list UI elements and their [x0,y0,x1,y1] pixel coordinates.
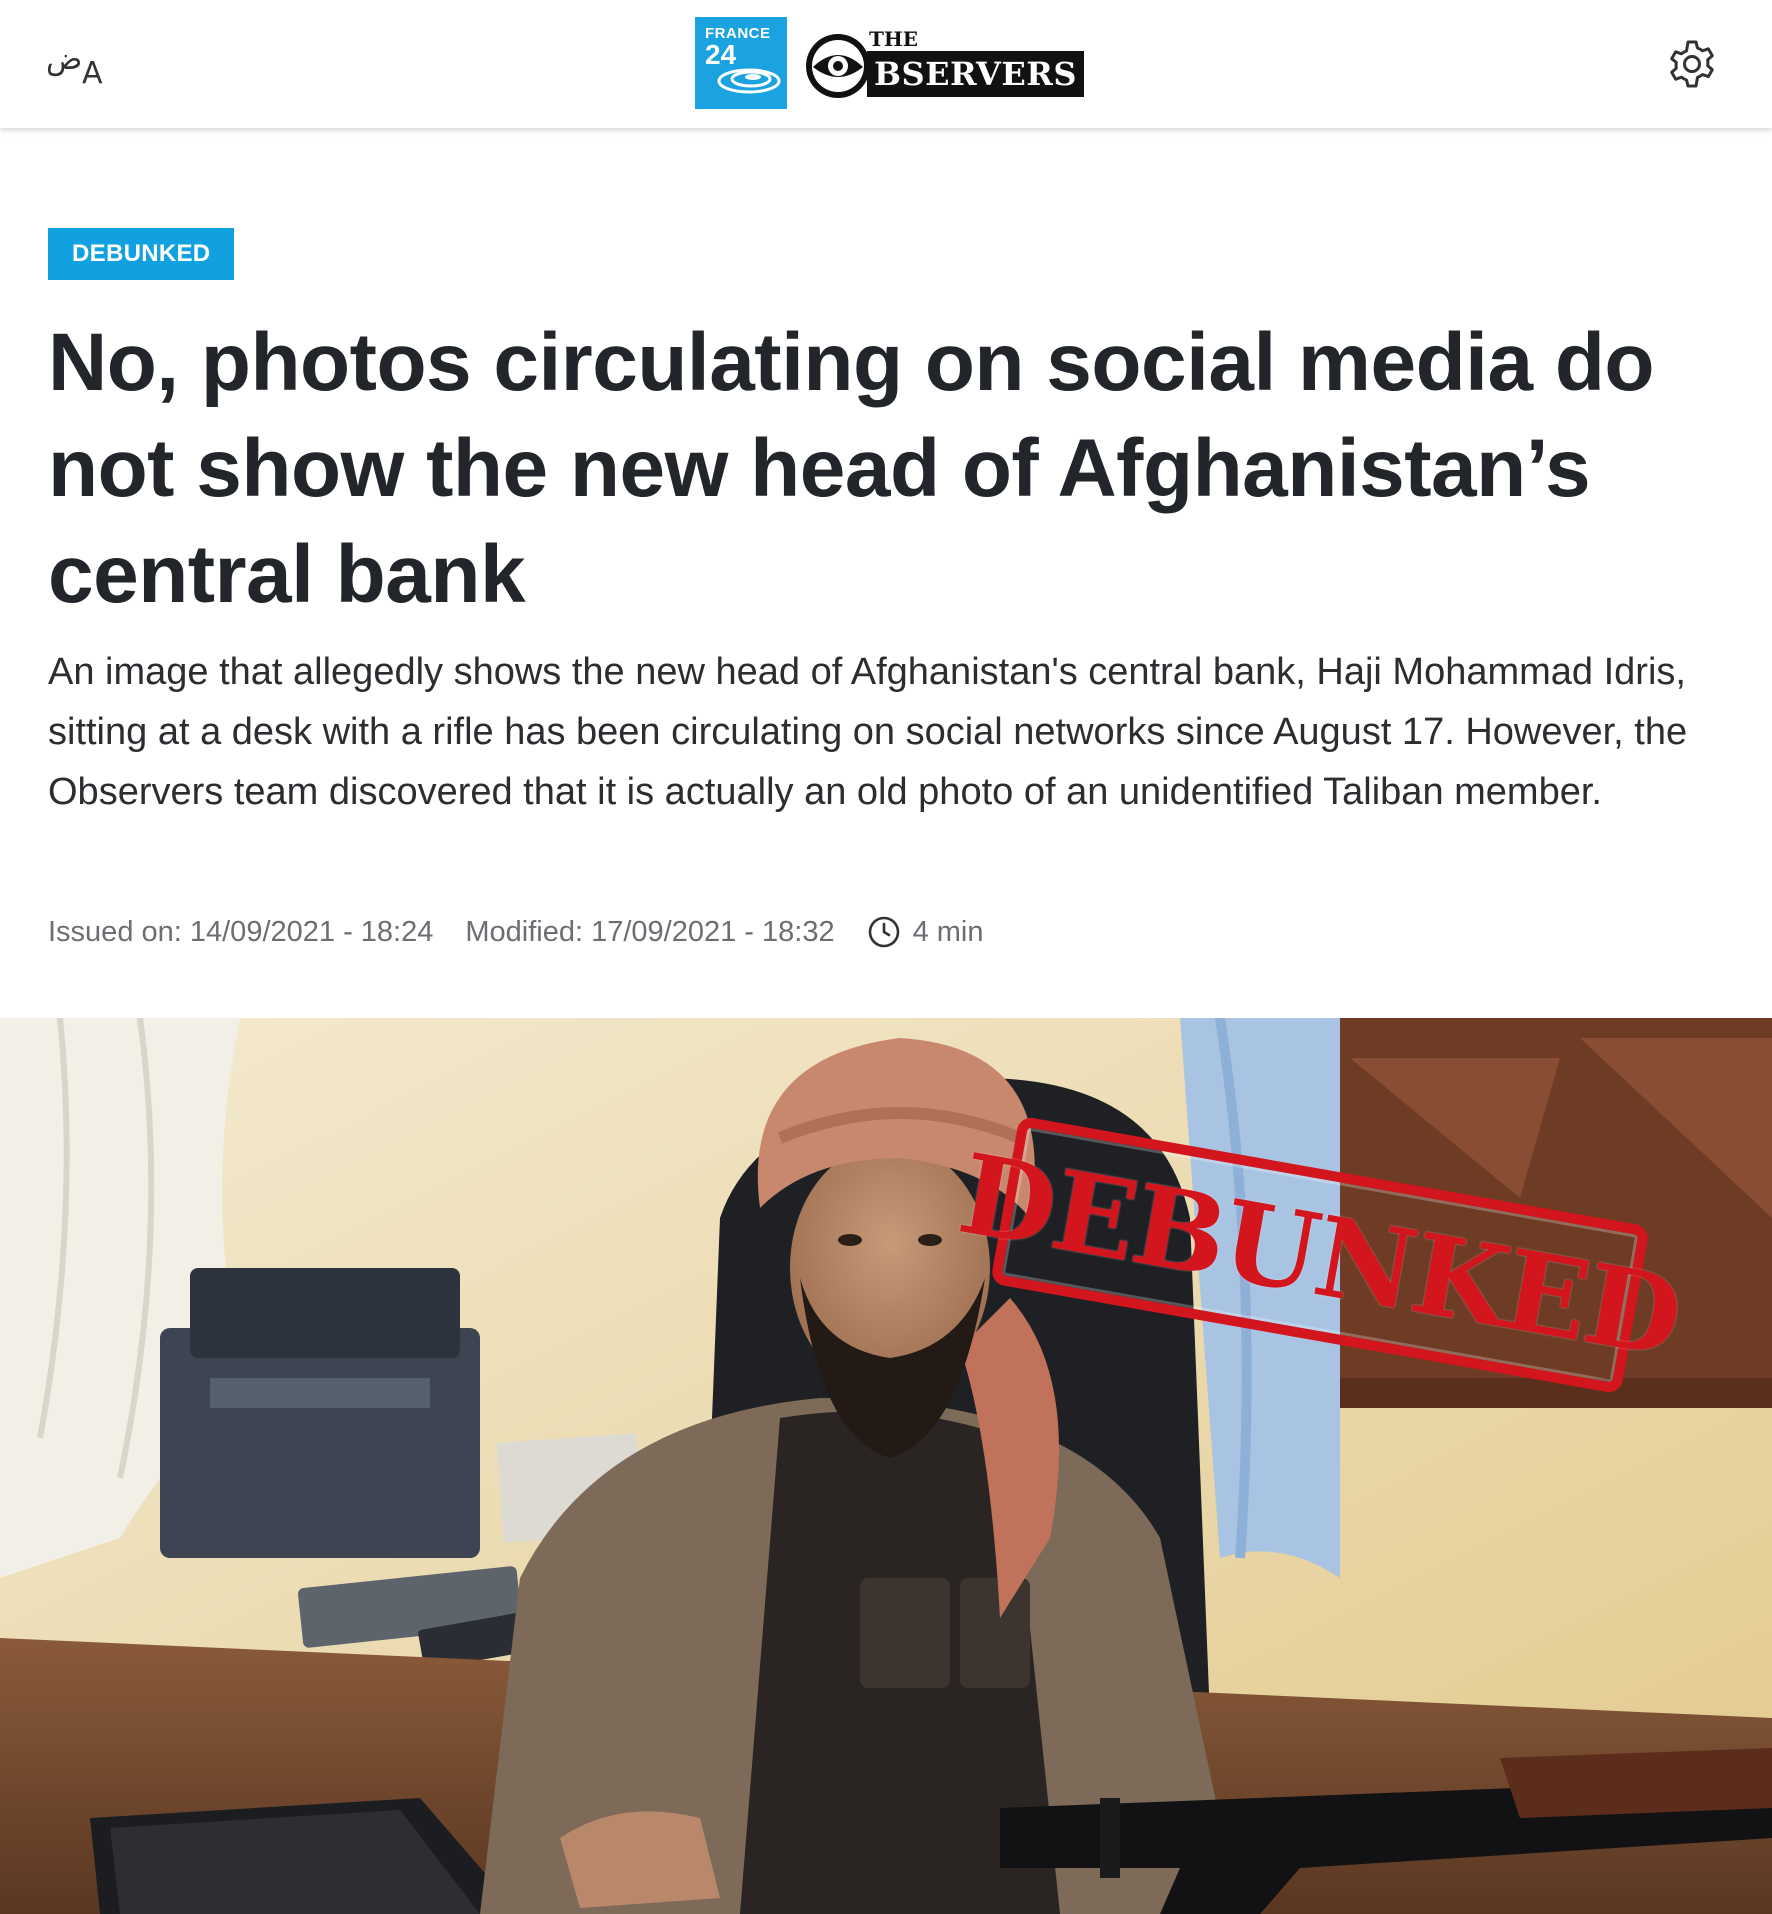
article-meta: Issued on: 14/09/2021 - 18:24 Modified: … [48,912,984,952]
article-title: No, photos circulating on social media d… [48,317,1655,620]
france24-logo: FRANCE 24 [695,17,787,109]
observers-logo-the: THE [869,27,919,51]
clock-icon [868,916,899,948]
top-navigation-bar: ض A FRANCE 24 THE BSERVERS [0,0,1772,128]
article-lede: An image that allegedly shows the new he… [48,651,1688,813]
site-logo-link[interactable]: FRANCE 24 THE BSERVERS [695,17,1095,109]
article-hero-image [0,1018,1772,1914]
observers-logo-name: BSERVERS [867,51,1084,97]
settings-button[interactable] [1666,38,1718,90]
gear-icon [1670,40,1714,88]
issued-date: Issued on: 14/09/2021 - 18:24 [48,916,434,948]
language-switch-button[interactable]: ض A [44,40,114,91]
modified-date: Modified: 17/09/2021 - 18:32 [465,916,835,948]
arabic-glyph: ض [46,42,83,77]
hero-photo-illustration [0,1018,1772,1914]
debunked-category-badge[interactable]: DEBUNKED [48,228,235,280]
latin-glyph: A [82,56,103,91]
reading-time: 4 min [912,916,984,948]
observers-eye-icon [806,34,870,98]
observers-logo: THE BSERVERS [803,25,1085,105]
france24-waves-icon [717,68,781,94]
